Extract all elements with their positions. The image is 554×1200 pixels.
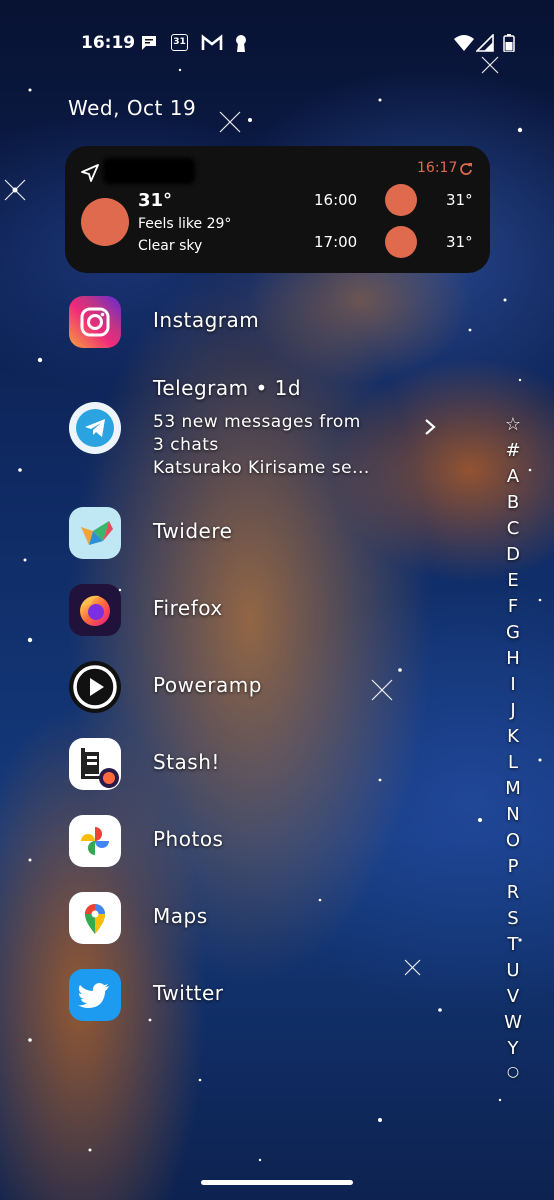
weather-widget[interactable]: 16:17 31° Feels like 29° Clear sky 16:00… (65, 146, 490, 273)
telegram-icon (69, 402, 121, 454)
status-bar: 16:19 31 (0, 28, 554, 58)
instagram-icon (69, 296, 121, 348)
index-letter[interactable]: O (500, 830, 526, 851)
index-favorites[interactable]: ☆ (500, 414, 526, 435)
index-letter[interactable]: V (500, 986, 526, 1007)
forecast-sun-icon (385, 184, 417, 216)
index-letter[interactable]: D (500, 544, 526, 565)
maps-icon (69, 892, 121, 944)
index-letter[interactable]: T (500, 934, 526, 955)
chat-notification-icon (142, 36, 156, 50)
chevron-right-icon[interactable] (423, 418, 437, 436)
index-letter[interactable]: U (500, 960, 526, 981)
gmail-icon (201, 34, 223, 50)
telegram-message-line: Katsurako Kirisame se... (153, 458, 370, 478)
index-letter[interactable]: W (500, 1012, 526, 1033)
firefox-icon (69, 584, 121, 636)
forecast-temp: 31° (446, 191, 473, 209)
app-label: Instagram (153, 308, 260, 332)
refresh-icon[interactable] (459, 162, 473, 176)
weather-condition: Clear sky (138, 238, 203, 254)
index-letter[interactable]: C (500, 518, 526, 539)
feels-like: Feels like 29° (138, 216, 232, 232)
app-instagram[interactable]: Instagram (69, 296, 429, 348)
battery-icon (503, 34, 515, 52)
index-letter[interactable]: N (500, 804, 526, 825)
calendar-day: 31 (173, 37, 186, 47)
forecast-temp: 31° (446, 233, 473, 251)
app-firefox[interactable]: Firefox (69, 584, 429, 636)
weather-updated-time: 16:17 (417, 160, 458, 176)
date-display[interactable]: Wed, Oct 19 (68, 96, 196, 120)
index-letter[interactable]: R (500, 882, 526, 903)
index-letter[interactable]: H (500, 648, 526, 669)
index-letter[interactable]: J (500, 700, 526, 721)
current-temperature: 31° (138, 190, 173, 211)
index-letter[interactable]: S (500, 908, 526, 929)
twitter-icon (69, 969, 121, 1021)
app-label: Photos (153, 827, 224, 851)
index-letter[interactable]: P (500, 856, 526, 877)
index-letter[interactable]: G (500, 622, 526, 643)
forecast-sun-icon (385, 226, 417, 258)
keyhole-icon (236, 35, 246, 52)
app-label: Twidere (153, 519, 233, 543)
twidere-icon (69, 507, 121, 559)
app-twitter[interactable]: Twitter (69, 969, 429, 1021)
app-photos[interactable]: Photos (69, 815, 429, 867)
index-letter[interactable]: # (500, 440, 526, 461)
app-label: Firefox (153, 596, 223, 620)
index-letter[interactable]: M (500, 778, 526, 799)
app-stash[interactable]: Stash! (69, 738, 429, 790)
app-maps[interactable]: Maps (69, 892, 429, 944)
app-label: Twitter (153, 981, 224, 1005)
index-letter[interactable]: L (500, 752, 526, 773)
telegram-message-line: 53 new messages from (153, 412, 361, 432)
app-poweramp[interactable]: Poweramp (69, 661, 429, 713)
status-time: 16:19 (81, 33, 136, 53)
index-letter[interactable]: E (500, 570, 526, 591)
index-letter[interactable]: B (500, 492, 526, 513)
index-letter[interactable]: Y (500, 1038, 526, 1059)
app-telegram[interactable]: Telegram • 1d 53 new messages from 3 cha… (69, 376, 436, 488)
calendar-icon: 31 (171, 34, 188, 51)
index-letter[interactable]: K (500, 726, 526, 747)
location-arrow-icon (81, 164, 99, 182)
signal-icon (476, 34, 494, 52)
wifi-icon (454, 35, 474, 51)
app-label: Stash! (153, 750, 220, 774)
current-weather-sun-icon (81, 198, 129, 246)
app-label: Poweramp (153, 673, 262, 697)
index-letter[interactable]: I (500, 674, 526, 695)
telegram-message-line: 3 chats (153, 435, 219, 455)
stash-icon (69, 738, 121, 790)
forecast-time: 16:00 (314, 191, 358, 209)
photos-icon (69, 815, 121, 867)
forecast-time: 17:00 (314, 233, 358, 251)
telegram-title: Telegram • 1d (153, 376, 302, 400)
poweramp-icon (69, 661, 121, 713)
app-twidere[interactable]: Twidere (69, 507, 429, 559)
gesture-home-bar[interactable] (201, 1180, 353, 1185)
index-letter[interactable]: F (500, 596, 526, 617)
index-letter[interactable]: A (500, 466, 526, 487)
app-label: Maps (153, 904, 208, 928)
redacted-location (103, 158, 195, 184)
index-other[interactable]: ○ (500, 1064, 526, 1080)
